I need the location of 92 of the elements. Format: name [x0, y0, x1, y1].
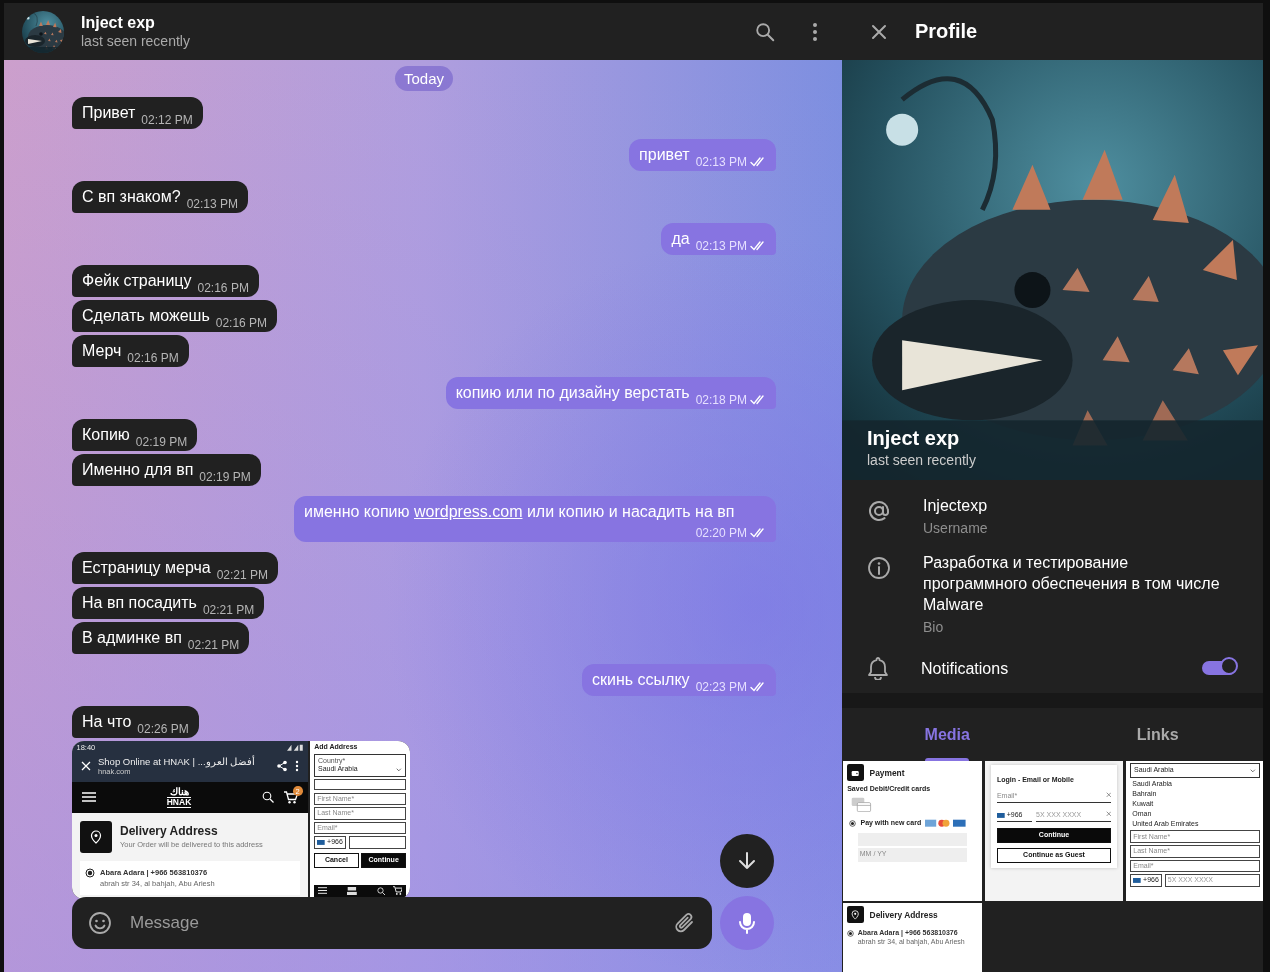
message-text: С вп знаком?: [82, 187, 181, 207]
message-time: 02:20 PM: [695, 526, 747, 540]
location-pin-icon: [851, 910, 860, 920]
message-text: Именно для вп: [82, 460, 194, 480]
avatar[interactable]: [22, 10, 64, 53]
message-text: Фейк страницу: [82, 271, 192, 291]
at-icon: [867, 499, 891, 523]
emoji-icon[interactable]: [88, 911, 112, 935]
message-text: На что: [82, 712, 132, 732]
arrow-down-icon: [737, 851, 757, 871]
share-icon[interactable]: [276, 759, 288, 772]
radio-icon: [847, 929, 855, 937]
flag-icon: [996, 812, 1005, 818]
message-text: В админке вп: [82, 628, 182, 648]
more-icon[interactable]: [812, 21, 818, 42]
message-text: копию или по дизайну верстать: [455, 383, 690, 403]
menu-icon[interactable]: [82, 792, 96, 803]
message-time: 02:12 PM: [141, 113, 193, 127]
attach-icon[interactable]: [674, 911, 696, 935]
tab[interactable]: Media: [842, 708, 1053, 761]
search-icon[interactable]: [754, 20, 776, 43]
cards-icon: [851, 796, 873, 813]
link[interactable]: wordpress.com: [414, 503, 523, 520]
section-title: Delivery Address: [869, 909, 938, 920]
section-title: Delivery Address: [120, 824, 219, 839]
message-time: 02:16 PM: [127, 351, 179, 365]
flag-icon: [317, 840, 325, 845]
card-logos-drawing: [925, 819, 968, 828]
message-text: На вп посадить: [82, 593, 197, 613]
more-icon[interactable]: [295, 759, 299, 772]
message-time: 02:21 PM: [187, 638, 240, 652]
radio-icon: [85, 867, 95, 878]
chat-title: Inject exp: [81, 14, 156, 32]
logo-icon: [347, 886, 358, 896]
phone-field[interactable]: [348, 836, 406, 849]
message-time: 02:13 PM: [695, 155, 747, 169]
message-time: 02:16 PM: [215, 316, 268, 330]
location-pin-icon: [90, 829, 102, 844]
microphone-icon: [737, 911, 757, 935]
message-time: 02:13 PM: [186, 197, 239, 211]
message-text: Копию: [82, 425, 130, 445]
message-time: 02:23 PM: [695, 680, 747, 694]
radio-icon: [848, 819, 856, 827]
date-badge: Today: [395, 66, 453, 91]
field-label: Bio: [923, 619, 945, 635]
image-message[interactable]: [72, 741, 410, 899]
message-text: да: [671, 229, 690, 249]
menu-icon[interactable]: [317, 887, 328, 895]
message-time: 02:19 PM: [135, 435, 188, 449]
message-time: 02:16 PM: [197, 281, 249, 295]
section-title: Payment: [869, 767, 905, 778]
input-field[interactable]: [314, 778, 406, 791]
username-value: Injectexp: [923, 496, 988, 516]
wallet-icon: [851, 768, 860, 778]
message-text: Привет: [82, 103, 136, 123]
clear-icon: [1105, 791, 1112, 798]
profile-name: Inject exp: [867, 427, 961, 450]
message-time: 02:19 PM: [199, 470, 251, 484]
tab[interactable]: Links: [1052, 708, 1263, 761]
message-time: 02:18 PM: [695, 393, 747, 407]
close-icon[interactable]: [871, 23, 887, 40]
cart-icon[interactable]: [284, 790, 298, 804]
bell-icon: [867, 656, 889, 680]
message-input[interactable]: Message: [128, 912, 658, 934]
caret-icon: [396, 767, 402, 771]
bio-text: Разработка и тестирование программного обеспечения в том числе Malware: [923, 553, 1221, 615]
message-time: 02:13 PM: [695, 239, 747, 253]
message-text: Сделать можешь: [82, 306, 210, 326]
message-text: именно копию wordpress.com или копию и насадить на вп: [304, 502, 735, 522]
caret-icon: [1250, 768, 1256, 773]
message-text: Естраницу мерча: [82, 558, 211, 578]
field-label: Username: [923, 520, 988, 536]
message-time: 02:21 PM: [216, 568, 269, 582]
cart-icon[interactable]: [392, 886, 403, 896]
flag-icon: [1133, 878, 1141, 883]
message-time: 02:21 PM: [202, 603, 255, 617]
panel-title: Profile: [915, 20, 978, 43]
notifications-label: Notifications: [921, 658, 1010, 679]
message-text: привет: [639, 145, 690, 165]
scroll-down-button[interactable]: [720, 834, 774, 888]
search-icon[interactable]: [262, 791, 274, 804]
chat-status: last seen recently: [81, 33, 191, 49]
search-icon[interactable]: [377, 886, 386, 896]
message-text: Мерч: [82, 341, 122, 361]
info-icon: [867, 556, 891, 580]
clear-icon: [1105, 810, 1112, 817]
voice-button[interactable]: [720, 896, 774, 950]
message-time: 02:26 PM: [137, 722, 189, 736]
message-text: скинь ссылку: [592, 670, 690, 690]
page-title: Shop Online at HNAK | ...أفضل العرو: [98, 755, 257, 768]
message-field[interactable]: Message: [72, 897, 712, 949]
profile-status: last seen recently: [867, 452, 976, 468]
